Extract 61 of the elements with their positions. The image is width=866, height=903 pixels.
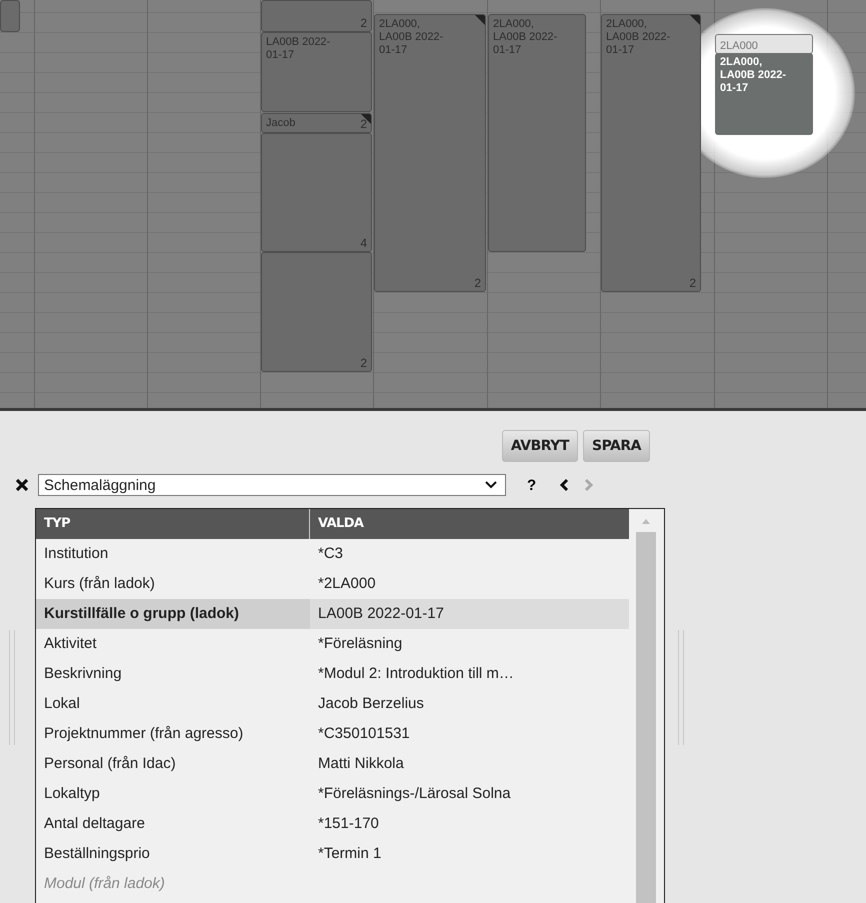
row-value: *C350101531 <box>317 724 410 744</box>
table-row[interactable]: Kurstillfälle o grupp (ladok) LA00B 2022-01-17 <box>36 599 629 629</box>
calendar-event[interactable]: 2LA000 <box>715 34 813 54</box>
event-count: 2 <box>360 17 367 30</box>
row-label: Personal (från Idac) <box>43 754 177 774</box>
table-row[interactable]: Antal deltagare *151-170 <box>36 809 629 839</box>
table-row[interactable]: Lokal Jacob Berzelius <box>36 689 629 719</box>
row-value: *Föreläsnings-/Lärosal Solna <box>317 784 511 804</box>
event-count: 2 <box>689 277 696 290</box>
row-value: *2LA000 <box>317 574 376 594</box>
scroll-up-icon[interactable] <box>641 518 651 524</box>
event-text: LA00B 2022- 01-17 <box>266 36 330 62</box>
table-row[interactable]: Institution *C3 <box>36 539 629 569</box>
table-row[interactable]: Personal (från Idac) Matti Nikkola <box>36 749 629 779</box>
row-value: *Modul 2: Introduktion till m… <box>317 664 514 684</box>
row-value: Jacob Berzelius <box>317 694 424 714</box>
cancel-button[interactable]: AVBRYT <box>502 430 578 462</box>
event-text: 2LA000, LA00B 2022- 01-17 <box>720 56 786 95</box>
help-button[interactable]: ? <box>527 476 536 494</box>
table-row[interactable]: Kurs (från ladok) *2LA000 <box>36 569 629 599</box>
table-row[interactable]: Projektnummer (från agresso) *C350101531 <box>36 719 629 749</box>
event-text: 2LA000, LA00B 2022- 01-17 <box>493 18 558 57</box>
row-label: Aktivitet <box>43 634 98 654</box>
table-row[interactable]: Lokaltyp *Föreläsnings-/Lärosal Solna <box>36 779 629 809</box>
table-row[interactable]: Aktivitet *Föreläsning <box>36 629 629 659</box>
next-icon[interactable] <box>584 478 594 492</box>
row-value: Matti Nikkola <box>317 754 404 774</box>
close-icon[interactable] <box>15 478 29 492</box>
calendar-event[interactable]: 2LA000, LA00B 2022- 01-17 <box>715 53 813 135</box>
row-label: Antal deltagare <box>43 814 146 834</box>
row-label: Modul (från ladok) <box>43 874 166 894</box>
row-label: Kurstillfälle o grupp (ladok) <box>36 599 310 629</box>
row-value: LA00B 2022-01-17 <box>317 604 444 624</box>
view-select[interactable]: Schemaläggning <box>38 474 506 496</box>
calendar-event[interactable] <box>0 0 20 32</box>
row-label: Institution <box>43 544 110 564</box>
row-label: Beskrivning <box>43 664 123 684</box>
row-label: Projektnummer (från agresso) <box>43 724 244 744</box>
event-count: 2 <box>360 357 367 370</box>
column-header: VALDA <box>317 515 364 533</box>
event-count: 2 <box>474 277 481 290</box>
event-text: Jacob <box>266 117 296 130</box>
save-button[interactable]: SPARA <box>582 430 650 462</box>
previous-icon[interactable] <box>559 478 570 492</box>
row-label: Kurs (från ladok) <box>43 574 156 594</box>
column-header: TYP <box>36 509 310 539</box>
row-value: *Föreläsning <box>317 634 402 654</box>
table-row[interactable]: Beställningsprio *Termin 1 <box>36 839 629 869</box>
row-value: *151-170 <box>317 814 379 834</box>
event-count: 4 <box>360 237 367 250</box>
row-value: *Termin 1 <box>317 844 382 864</box>
row-value: *C3 <box>317 544 344 564</box>
row-label: Lokaltyp <box>43 784 101 804</box>
event-text: 2LA000, LA00B 2022- 01-17 <box>606 18 670 57</box>
row-label: Lokal <box>43 694 81 714</box>
row-label: Beställningsprio <box>43 844 151 864</box>
event-text: 2LA000 <box>720 40 758 53</box>
table-row[interactable]: Beskrivning *Modul 2: Introduktion till m… <box>36 659 629 689</box>
event-text: 2LA000, LA00B 2022- 01-17 <box>379 18 444 57</box>
event-count: 2 <box>360 118 367 131</box>
chevron-down-icon <box>485 481 497 489</box>
